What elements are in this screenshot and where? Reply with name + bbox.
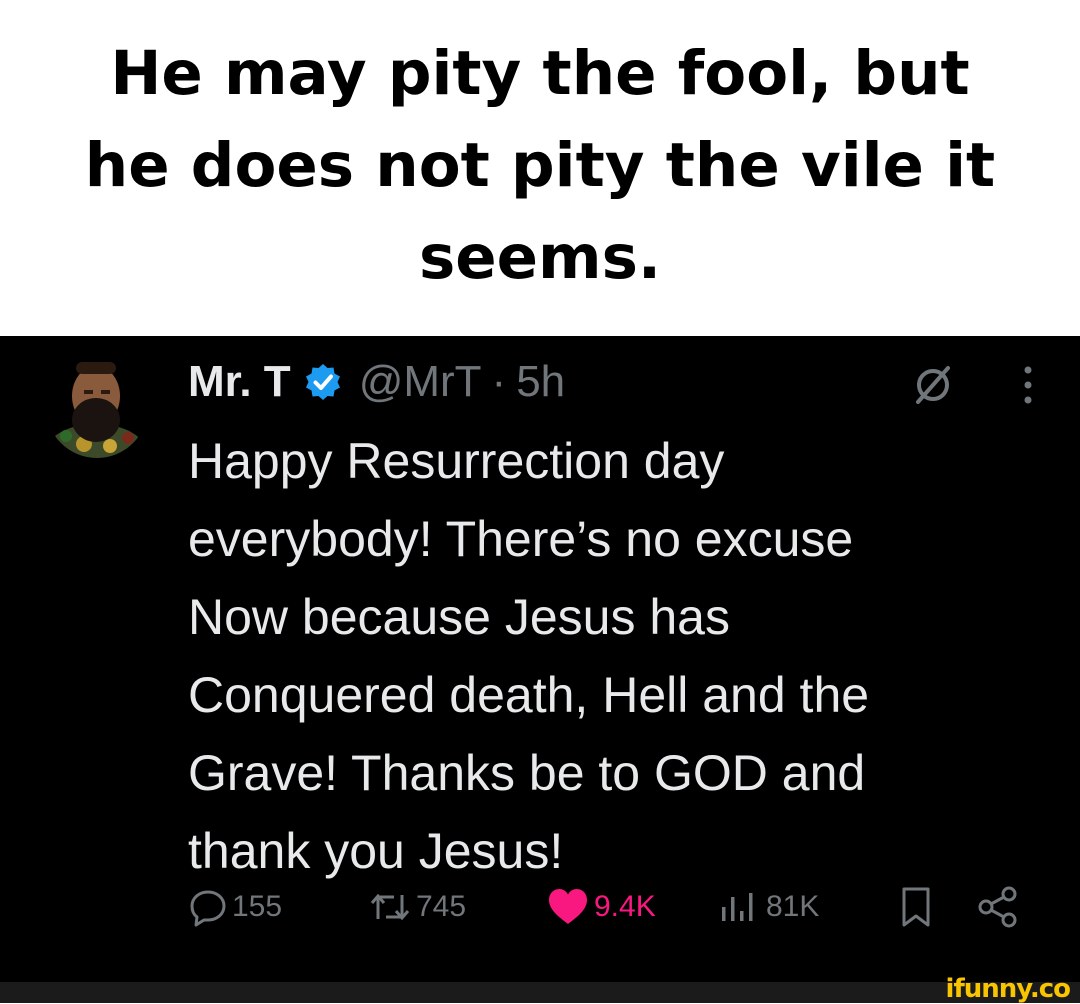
bookmark-button[interactable] xyxy=(896,872,936,942)
watermark: ifunny.co xyxy=(945,974,1071,1004)
verified-badge-icon xyxy=(303,362,343,402)
like-count: 9.4K xyxy=(594,890,656,923)
grok-icon[interactable] xyxy=(910,362,956,408)
tweet-header: Mr. T @MrT · 5h xyxy=(188,354,1050,410)
repost-button[interactable]: 745 xyxy=(368,872,466,942)
bookmark-icon xyxy=(902,887,930,927)
author-name[interactable]: Mr. T xyxy=(188,357,291,407)
reply-icon xyxy=(190,890,226,927)
share-button[interactable] xyxy=(976,872,1020,942)
like-icon xyxy=(549,889,587,924)
meme-caption: He may pity the fool, but he does not pi… xyxy=(0,0,1080,336)
footer-bar xyxy=(0,982,1080,1003)
timestamp[interactable]: 5h xyxy=(516,357,565,407)
views-button[interactable]: 81K xyxy=(718,872,819,942)
reply-count: 155 xyxy=(232,890,283,923)
views-count: 81K xyxy=(766,890,820,923)
views-icon xyxy=(722,893,753,921)
repost-count: 745 xyxy=(416,890,467,923)
avatar[interactable] xyxy=(46,356,148,458)
more-icon[interactable] xyxy=(1016,362,1040,408)
separator: · xyxy=(491,357,507,406)
author-handle[interactable]: @MrT xyxy=(359,357,482,407)
tweet-text: Happy Resurrection day everybody! There’… xyxy=(188,433,870,879)
like-button[interactable]: 9.4K xyxy=(546,872,656,942)
tweet-actions: 155 745 9.4K 81K xyxy=(0,872,1080,942)
caption-text: He may pity the fool, but he does not pi… xyxy=(84,38,996,293)
reply-button[interactable]: 155 xyxy=(188,872,282,942)
share-icon xyxy=(978,886,1017,928)
repost-icon xyxy=(370,893,410,921)
